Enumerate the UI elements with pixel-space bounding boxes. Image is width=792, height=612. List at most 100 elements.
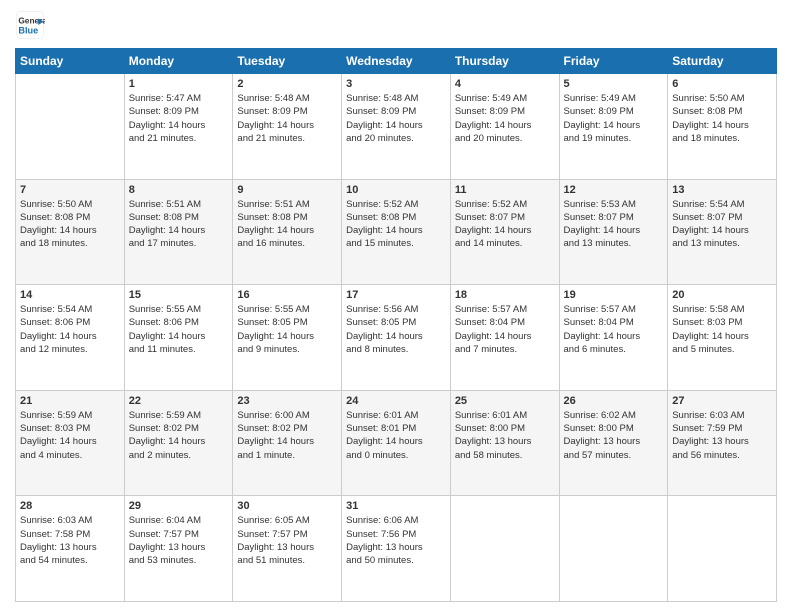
day-of-week-header: Saturday [668,49,777,74]
day-number: 6 [672,78,772,90]
calendar-cell: 15Sunrise: 5:55 AM Sunset: 8:06 PM Dayli… [124,285,233,391]
day-number: 12 [564,184,664,196]
day-number: 26 [564,395,664,407]
day-info: Sunrise: 5:48 AM Sunset: 8:09 PM Dayligh… [346,92,446,145]
calendar-cell [16,74,125,180]
day-number: 21 [20,395,120,407]
day-info: Sunrise: 5:51 AM Sunset: 8:08 PM Dayligh… [129,198,229,251]
logo: General Blue [15,10,49,40]
calendar-cell: 11 Sunrise: 5:52 AM Sunset: 8:07 PM Dayli… [450,179,559,285]
day-number: 14 [20,289,120,301]
day-info: Sunrise: 5:47 AM Sunset: 8:09 PM Dayligh… [129,92,229,145]
day-number: 20 [672,289,772,301]
day-of-week-header: Thursday [450,49,559,74]
day-number: 28 [20,500,120,512]
calendar-cell: 22 Sunrise: 5:59 AM Sunset: 8:02 PM Dayli… [124,390,233,496]
calendar-week-row: 14 Sunrise: 5:54 AM Sunset: 8:06 PM Dayli… [16,285,777,391]
day-info: Sunrise: 5:49 AM Sunset: 8:09 PM Dayligh… [564,92,664,145]
calendar-cell [559,496,668,602]
calendar-cell: 4 Sunrise: 5:49 AM Sunset: 8:09 PM Daylig… [450,74,559,180]
calendar-cell: 3 Sunrise: 5:48 AM Sunset: 8:09 PM Daylig… [342,74,451,180]
header: General Blue [15,10,777,40]
day-info: Sunrise: 5:50 AM Sunset: 8:08 PM Dayligh… [20,198,120,251]
calendar-cell: 2 Sunrise: 5:48 AM Sunset: 8:09 PM Daylig… [233,74,342,180]
calendar-cell: 26 Sunrise: 6:02 AM Sunset: 8:00 PM Dayli… [559,390,668,496]
calendar-cell: 1 Sunrise: 5:47 AM Sunset: 8:09 PM Daylig… [124,74,233,180]
day-info: Sunrise: 5:57 AM Sunset: 8:04 PM Dayligh… [455,303,555,356]
day-number: 10 [346,184,446,196]
calendar-cell: 20 Sunrise: 5:58 AM Sunset: 8:03 PM Dayli… [668,285,777,391]
calendar-cell: 5 Sunrise: 5:49 AM Sunset: 8:09 PM Daylig… [559,74,668,180]
day-number: 13 [672,184,772,196]
svg-text:Blue: Blue [18,25,38,35]
day-number: 16 [237,289,337,301]
calendar-week-row: 28 Sunrise: 6:03 AM Sunset: 7:58 PM Dayli… [16,496,777,602]
calendar-week-row: 1 Sunrise: 5:47 AM Sunset: 8:09 PM Daylig… [16,74,777,180]
day-of-week-header: Tuesday [233,49,342,74]
day-info: Sunrise: 5:58 AM Sunset: 8:03 PM Dayligh… [672,303,772,356]
calendar-cell: 31 Sunrise: 6:06 AM Sunset: 7:56 PM Dayli… [342,496,451,602]
calendar-header-row: SundayMondayTuesdayWednesdayThursdayFrid… [16,49,777,74]
calendar-cell: 10 Sunrise: 5:52 AM Sunset: 8:08 PM Dayli… [342,179,451,285]
day-number: 11 [455,184,555,196]
day-info: Sunrise: 6:03 AM Sunset: 7:58 PM Dayligh… [20,514,120,567]
calendar-cell: 27Sunrise: 6:03 AM Sunset: 7:59 PM Dayli… [668,390,777,496]
day-number: 27 [672,395,772,407]
day-info: Sunrise: 5:48 AM Sunset: 8:09 PM Dayligh… [237,92,337,145]
day-info: Sunrise: 5:50 AM Sunset: 8:08 PM Dayligh… [672,92,772,145]
calendar-cell: 16 Sunrise: 5:55 AM Sunset: 8:05 PM Dayli… [233,285,342,391]
calendar-cell: 12 Sunrise: 5:53 AM Sunset: 8:07 PM Dayli… [559,179,668,285]
calendar-cell: 29 Sunrise: 6:04 AM Sunset: 7:57 PM Dayli… [124,496,233,602]
day-number: 2 [237,78,337,90]
day-number: 4 [455,78,555,90]
day-info: Sunrise: 5:51 AM Sunset: 8:08 PM Dayligh… [237,198,337,251]
day-number: 18 [455,289,555,301]
day-number: 22 [129,395,229,407]
day-info: Sunrise: 5:49 AM Sunset: 8:09 PM Dayligh… [455,92,555,145]
day-number: 29 [129,500,229,512]
day-info: Sunrise: 5:56 AM Sunset: 8:05 PM Dayligh… [346,303,446,356]
day-number: 1 [129,78,229,90]
day-info: Sunrise: 5:52 AM Sunset: 8:07 PM Dayligh… [455,198,555,251]
day-info: Sunrise: 5:53 AM Sunset: 8:07 PM Dayligh… [564,198,664,251]
day-info: Sunrise: 6:02 AM Sunset: 8:00 PM Dayligh… [564,409,664,462]
calendar-cell: 30Sunrise: 6:05 AM Sunset: 7:57 PM Dayli… [233,496,342,602]
day-number: 30 [237,500,337,512]
day-of-week-header: Sunday [16,49,125,74]
day-info: Sunrise: 5:57 AM Sunset: 8:04 PM Dayligh… [564,303,664,356]
day-info: Sunrise: 6:06 AM Sunset: 7:56 PM Dayligh… [346,514,446,567]
day-info: Sunrise: 6:04 AM Sunset: 7:57 PM Dayligh… [129,514,229,567]
calendar-cell: 25 Sunrise: 6:01 AM Sunset: 8:00 PM Dayli… [450,390,559,496]
day-number: 31 [346,500,446,512]
day-info: Sunrise: 5:52 AM Sunset: 8:08 PM Dayligh… [346,198,446,251]
day-number: 15 [129,289,229,301]
day-info: Sunrise: 6:01 AM Sunset: 8:01 PM Dayligh… [346,409,446,462]
day-number: 25 [455,395,555,407]
calendar-cell: 13 Sunrise: 5:54 AM Sunset: 8:07 PM Dayli… [668,179,777,285]
page: General Blue SundayMondayTuesdayWednesda… [0,0,792,612]
day-number: 19 [564,289,664,301]
calendar-cell: 28 Sunrise: 6:03 AM Sunset: 7:58 PM Dayli… [16,496,125,602]
day-info: Sunrise: 6:01 AM Sunset: 8:00 PM Dayligh… [455,409,555,462]
calendar-table: SundayMondayTuesdayWednesdayThursdayFrid… [15,48,777,602]
calendar-cell: 21 Sunrise: 5:59 AM Sunset: 8:03 PM Dayli… [16,390,125,496]
day-number: 5 [564,78,664,90]
day-info: Sunrise: 5:59 AM Sunset: 8:03 PM Dayligh… [20,409,120,462]
calendar-week-row: 21 Sunrise: 5:59 AM Sunset: 8:03 PM Dayli… [16,390,777,496]
day-number: 8 [129,184,229,196]
day-number: 7 [20,184,120,196]
day-info: Sunrise: 5:59 AM Sunset: 8:02 PM Dayligh… [129,409,229,462]
day-info: Sunrise: 5:54 AM Sunset: 8:06 PM Dayligh… [20,303,120,356]
calendar-week-row: 7 Sunrise: 5:50 AM Sunset: 8:08 PM Daylig… [16,179,777,285]
day-number: 23 [237,395,337,407]
day-number: 3 [346,78,446,90]
day-number: 24 [346,395,446,407]
day-number: 17 [346,289,446,301]
calendar-cell: 17 Sunrise: 5:56 AM Sunset: 8:05 PM Dayli… [342,285,451,391]
day-info: Sunrise: 5:54 AM Sunset: 8:07 PM Dayligh… [672,198,772,251]
calendar-cell: 23Sunrise: 6:00 AM Sunset: 8:02 PM Dayli… [233,390,342,496]
calendar-cell: 19 Sunrise: 5:57 AM Sunset: 8:04 PM Dayli… [559,285,668,391]
calendar-cell: 18 Sunrise: 5:57 AM Sunset: 8:04 PM Dayli… [450,285,559,391]
calendar-cell [668,496,777,602]
day-info: Sunrise: 5:55 AM Sunset: 8:05 PM Dayligh… [237,303,337,356]
